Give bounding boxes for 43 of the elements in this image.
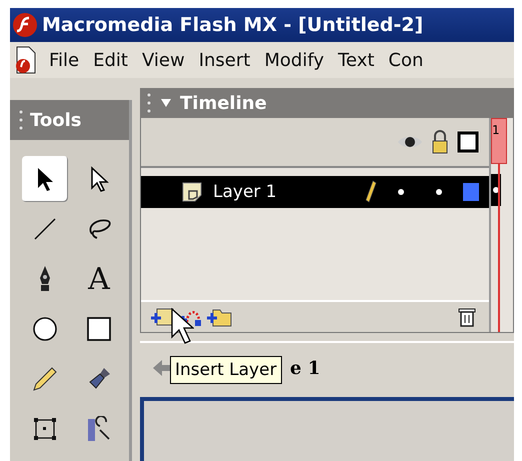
timeline-header[interactable]: Timeline bbox=[140, 88, 514, 118]
menu-item[interactable]: Edit bbox=[86, 50, 135, 70]
lock-icon[interactable] bbox=[431, 130, 449, 154]
menu-item[interactable]: View bbox=[134, 50, 192, 70]
flash-logo-icon bbox=[12, 12, 38, 38]
dot-icon[interactable] bbox=[397, 188, 405, 196]
trash-icon[interactable] bbox=[457, 306, 477, 328]
layer-row[interactable]: Layer 1 bbox=[141, 176, 489, 208]
hollow-arrow-icon bbox=[89, 166, 109, 192]
layer-color-swatch[interactable] bbox=[463, 183, 479, 201]
document-icon[interactable] bbox=[14, 46, 38, 74]
arrow-icon bbox=[35, 166, 55, 192]
grip-icon[interactable] bbox=[146, 92, 152, 114]
menu-item[interactable]: Text bbox=[331, 50, 382, 70]
frame-number[interactable]: 1 bbox=[491, 118, 507, 164]
frames-area[interactable]: 1 bbox=[491, 118, 513, 332]
stage-area[interactable] bbox=[140, 397, 514, 461]
tooltip: Insert Layer bbox=[170, 356, 282, 384]
pencil-icon bbox=[363, 180, 377, 204]
text-tool[interactable]: A bbox=[76, 256, 122, 302]
window-title: Macromedia Flash MX - [Untitled-2] bbox=[42, 14, 424, 36]
menu-item[interactable]: Insert bbox=[192, 50, 258, 70]
pencil-icon bbox=[32, 366, 58, 392]
arrow-tool[interactable] bbox=[22, 156, 68, 202]
square-icon bbox=[86, 316, 112, 342]
panel-title: Tools bbox=[30, 110, 82, 130]
grip-icon[interactable] bbox=[18, 109, 24, 131]
insert-layer-icon[interactable] bbox=[149, 306, 175, 328]
scene-name: e 1 bbox=[290, 358, 320, 378]
menu-item[interactable]: File bbox=[42, 50, 86, 70]
menu-item[interactable]: Modify bbox=[257, 50, 331, 70]
dot-icon[interactable] bbox=[435, 188, 443, 196]
circle-icon bbox=[32, 316, 58, 342]
transform-box-icon bbox=[32, 416, 58, 442]
gradient-rotate-icon bbox=[86, 416, 112, 442]
menu-item[interactable]: Con bbox=[381, 50, 430, 70]
outline-square-icon[interactable] bbox=[457, 131, 479, 153]
layer-name: Layer 1 bbox=[213, 182, 277, 202]
line-icon bbox=[32, 216, 58, 242]
layer-icon bbox=[181, 181, 203, 203]
eye-icon[interactable] bbox=[397, 134, 423, 150]
triangle-icon[interactable] bbox=[160, 98, 172, 108]
panel-title: Timeline bbox=[180, 92, 267, 114]
